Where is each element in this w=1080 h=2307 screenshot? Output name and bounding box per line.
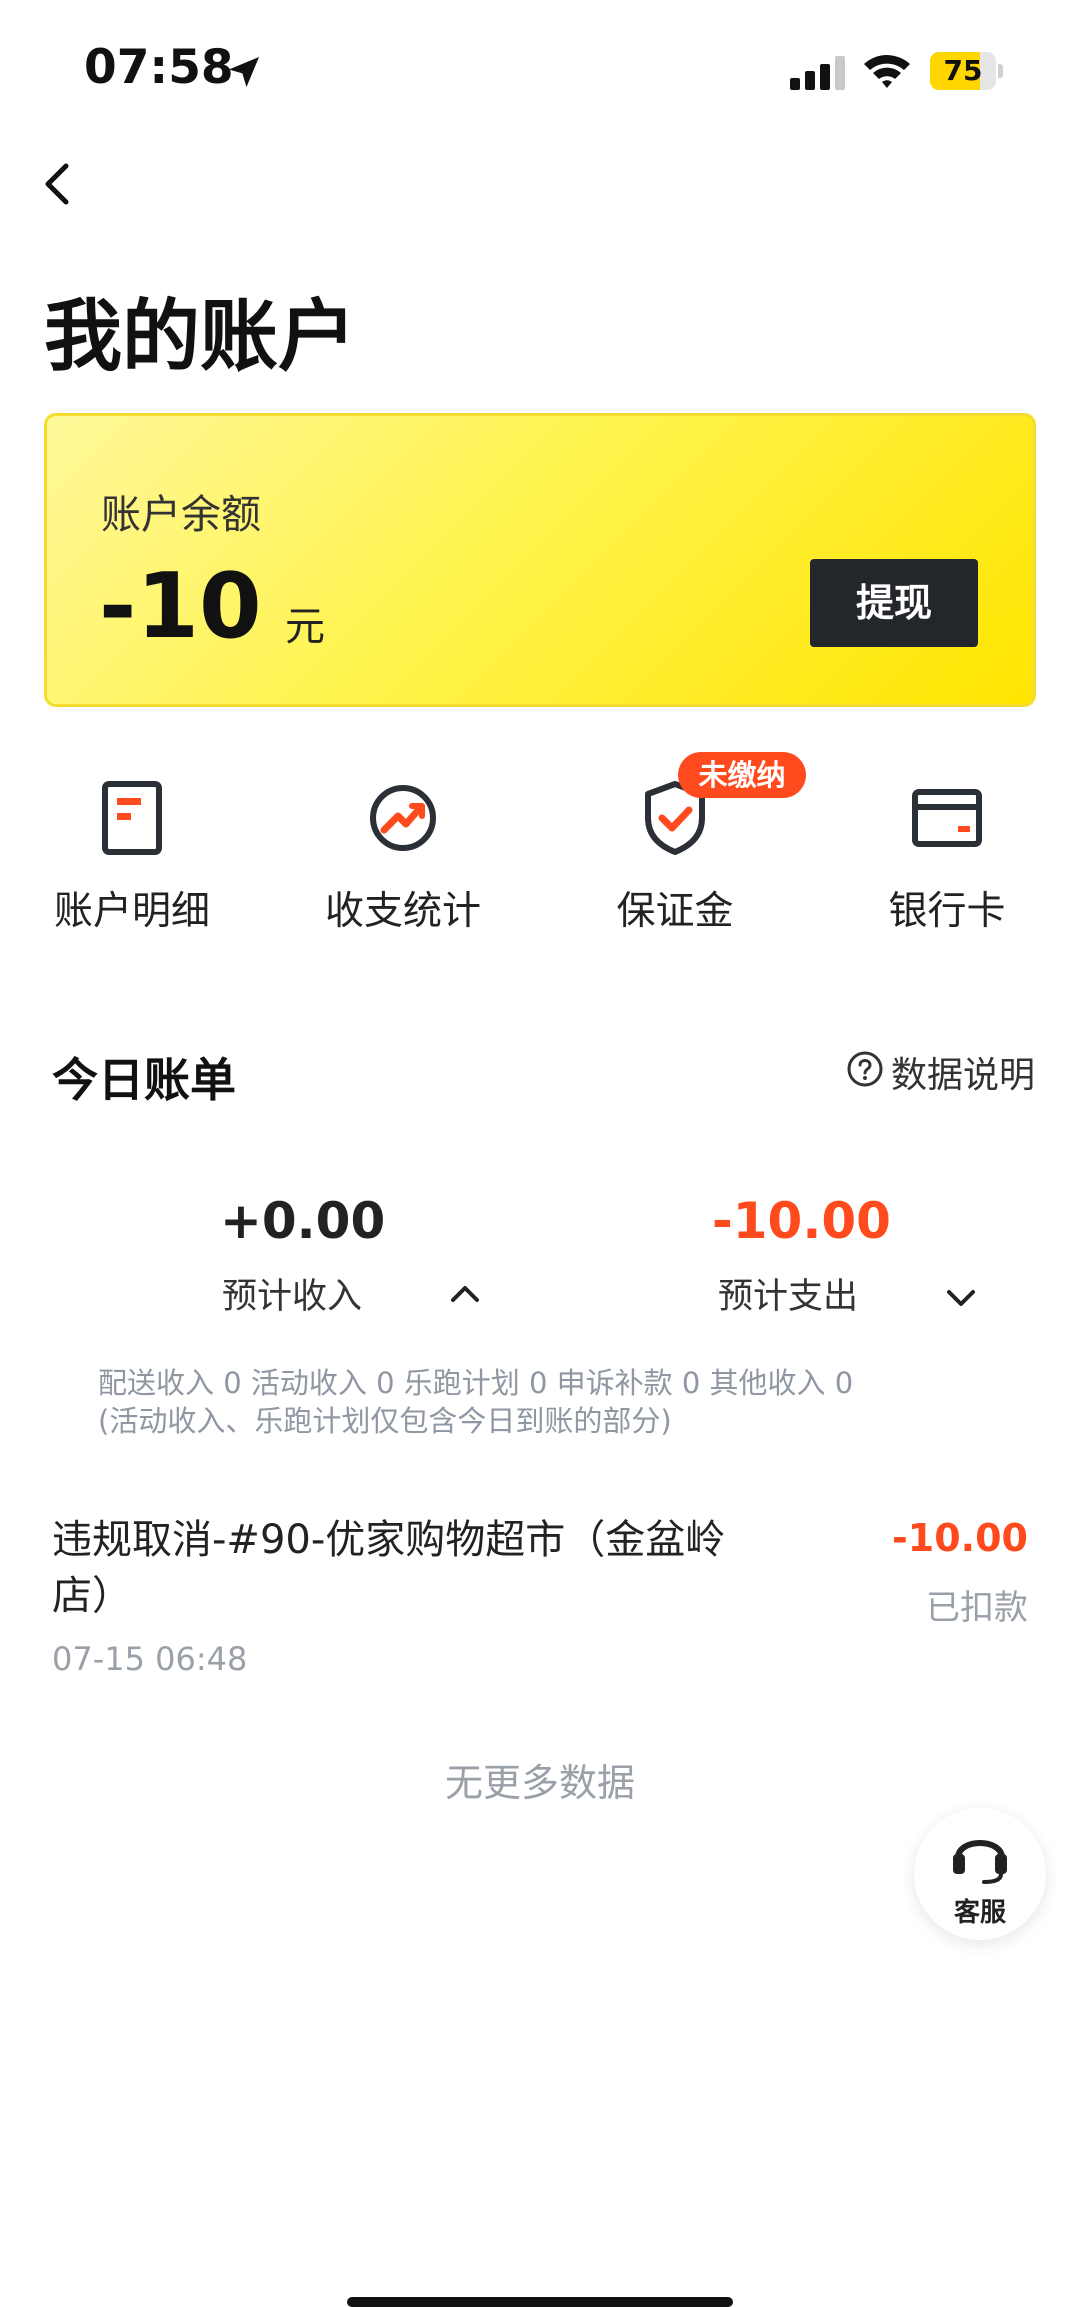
no-more-data-label: 无更多数据 xyxy=(444,1761,635,1805)
battery-indicator: 75 xyxy=(930,52,1006,90)
estimated-expense-amount: -10.00 xyxy=(712,1192,891,1250)
income-breakdown: 配送收入 0 活动收入 0 乐跑计划 0 申诉补款 0 其他收入 0 (活动收入… xyxy=(98,1364,853,1440)
income-breakdown-line: 配送收入 0 活动收入 0 乐跑计划 0 申诉补款 0 其他收入 0 xyxy=(98,1366,854,1400)
headset-icon xyxy=(953,1840,1007,1884)
withdraw-button[interactable]: 提现 xyxy=(810,559,978,647)
quick-action-label: 保证金 xyxy=(616,889,734,934)
chevron-down-icon[interactable] xyxy=(944,1286,978,1310)
customer-service-label: 客服 xyxy=(953,1898,1006,1928)
cellular-signal-icon xyxy=(790,56,845,90)
balance-amount: -10 xyxy=(99,554,262,659)
balance-unit: 元 xyxy=(285,604,325,650)
bank-card-icon xyxy=(912,789,982,847)
income-breakdown-note: (活动收入、乐跑计划仅包含今日到账的部分) xyxy=(98,1404,672,1438)
estimated-income-label[interactable]: 预计收入 xyxy=(222,1268,362,1319)
today-bill-title: 今日账单 xyxy=(52,1053,236,1107)
quick-action-label: 银行卡 xyxy=(888,889,1006,934)
customer-service-button[interactable]: 客服 xyxy=(914,1808,1046,1940)
quick-action-account-detail[interactable]: 账户明细 xyxy=(12,780,252,940)
battery-percent: 75 xyxy=(943,54,983,87)
transaction-title[interactable]: 违规取消-#90-优家购物超市（金盆岭店） xyxy=(52,1512,752,1624)
balance-card: 账户余额 -10 元 提现 xyxy=(44,413,1036,707)
status-time: 07:58 xyxy=(84,40,234,95)
help-circle-icon[interactable] xyxy=(846,1050,884,1088)
quick-action-label: 收支统计 xyxy=(324,889,481,934)
document-icon xyxy=(102,781,162,855)
back-arrow-icon[interactable] xyxy=(38,158,78,210)
location-arrow-icon xyxy=(229,57,259,87)
estimated-income-amount: +0.00 xyxy=(220,1192,386,1250)
chevron-up-icon[interactable] xyxy=(448,1282,482,1306)
wifi-icon xyxy=(864,55,910,88)
transaction-amount: -10.00 xyxy=(892,1516,1028,1560)
data-explanation-link[interactable]: 数据说明 xyxy=(891,1046,1035,1098)
page-title: 我的账户 xyxy=(44,292,357,382)
deposit-unpaid-badge: 未缴纳 xyxy=(678,752,806,798)
balance-label: 账户余额 xyxy=(101,492,261,538)
estimated-expense-label[interactable]: 预计支出 xyxy=(718,1268,858,1319)
transaction-status: 已扣款 xyxy=(926,1588,1028,1628)
transaction-time: 07-15 06:48 xyxy=(52,1640,248,1678)
trend-chart-icon xyxy=(370,785,436,851)
quick-action-deposit[interactable]: 保证金 xyxy=(555,780,795,940)
quick-action-statistics[interactable]: 收支统计 xyxy=(283,780,523,940)
home-indicator[interactable] xyxy=(347,2297,733,2307)
quick-action-label: 账户明细 xyxy=(53,889,210,934)
quick-action-bank-card[interactable]: 银行卡 xyxy=(827,780,1067,940)
